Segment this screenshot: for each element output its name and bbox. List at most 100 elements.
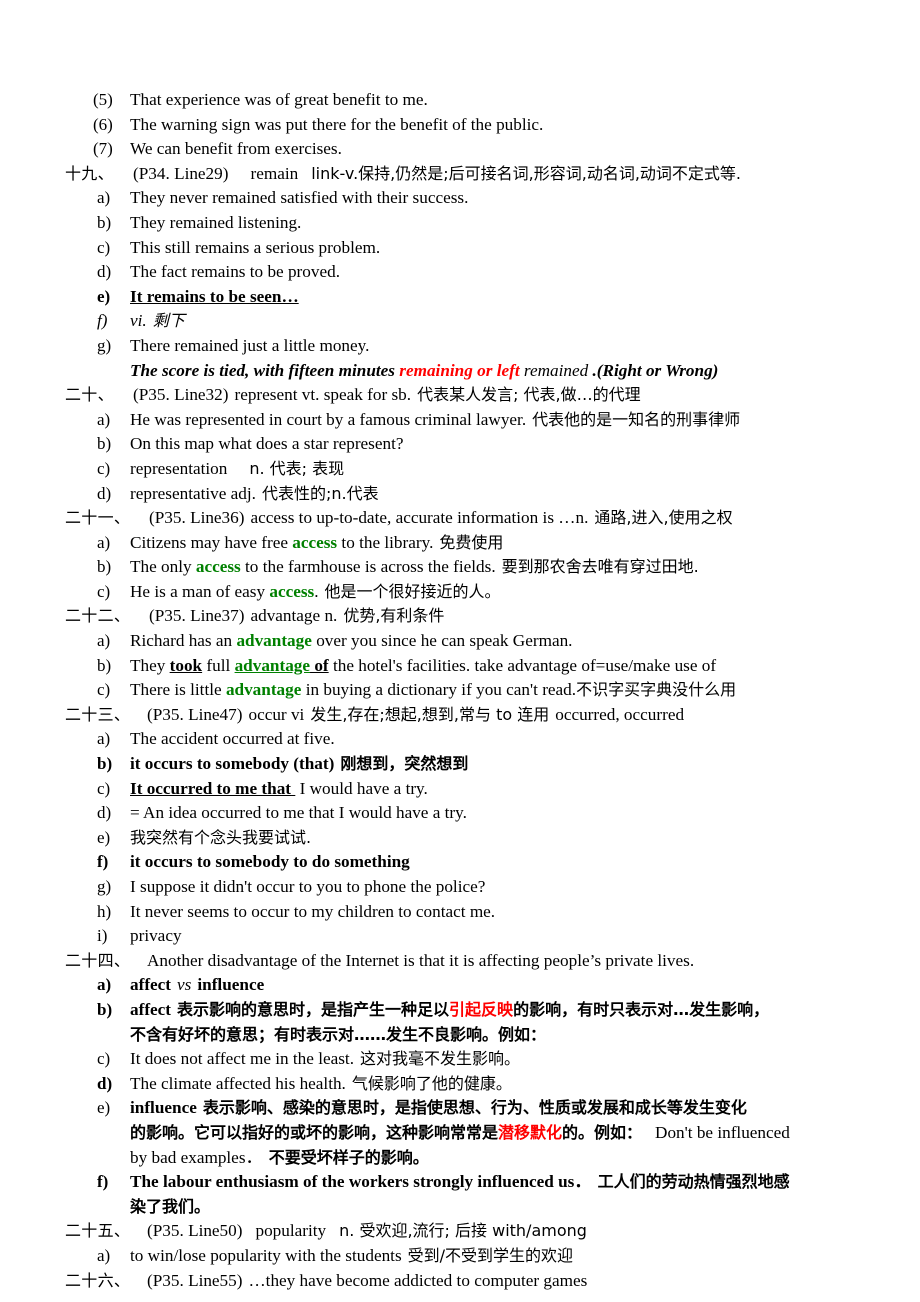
item-marker: a) [97,729,111,749]
list-item: (5) That experience was of great benefit… [0,88,920,113]
keyword-of: of [310,655,329,675]
item-marker: a) [97,532,111,552]
entry-heading-text: (P35. Line47) occur vi 发生,存在;想起,想到,常与 to 连… [133,703,684,728]
item-marker: h) [97,901,112,921]
item-text: Citizens may have free access to the lib… [130,531,503,556]
item-text: by bad examples． 不要受坏样子的影响。 [130,1146,429,1171]
item-marker: b) [97,212,112,232]
list-item: d) The climate affected his health. 气候影响了… [0,1072,920,1097]
entry-ref: (P35. Line50) [147,1221,243,1241]
item-text-cn: 染了我们。 [130,1196,211,1216]
item-text: He was represented in court by a famous … [130,408,740,433]
entry-heading-text: Another disadvantage of the Internet is … [147,950,695,970]
item-text-cn: 剩下 [152,311,185,331]
item-marker: b) [97,999,113,1019]
keyword-took: took [169,655,203,675]
item-text: vi. 剩下 [130,309,185,334]
item-marker: f) [97,1172,109,1192]
item-marker: e) [97,286,111,306]
item-text: it occurs to somebody to do something [130,852,410,872]
item-marker: a) [97,631,111,651]
list-item: h) It never seems to occur to my childre… [0,900,920,925]
entry-heading-20: 二十、 (P35. Line32) represent vt. speak for… [0,383,920,408]
item-marker: e) [97,827,111,847]
entry-gloss: 代表某人发言; 代表,做…的代理 [417,385,641,405]
item-text-cn: 气候影响了他的健康。 [351,1073,512,1093]
keyword-affect: affect [130,999,172,1019]
item-text: representative adj. 代表性的;n.代表 [130,482,379,507]
entry-heading-text: (P35. Line55) …they have become addicted … [133,1269,587,1294]
entry-word: occur vi [248,704,305,724]
item-text: 的影响。它可以指好的或坏的影响，这种影响常常是潜移默化的。例如： Don't be… [130,1121,790,1146]
list-item: d) The fact remains to be proved. [0,260,920,285]
entry-heading-19: 十九、 (P34. Line29) remain link-v.保持,仍然是;后可接… [0,162,920,187]
item-marker: g) [97,335,112,355]
item-text-pre: They [130,655,170,675]
item-text: There is little advantage in buying a di… [130,678,736,703]
entry-number: 二十二、 [65,606,131,626]
entry-gloss: 发生,存在;想起,想到,常与 to 连用 [310,704,550,724]
item-text: They remained listening. [130,212,302,232]
item-text-en: representation [130,458,228,478]
list-item: a) affect vs influence [0,973,920,998]
list-item: e) 我突然有个念头我要试试. [0,826,920,851]
entry-heading-text: (P35. Line36) access to up-to-date, accur… [133,506,733,531]
item-marker: a) [97,975,112,995]
item-text-pre: The only [130,557,196,577]
item-marker: (6) [93,114,113,134]
item-marker: d) [97,262,112,282]
item-marker: f) [97,311,108,331]
entry-number: 二十、 [65,385,114,405]
list-item-continuation: by bad examples． 不要受坏样子的影响。 [0,1146,920,1171]
keyword-advantage: advantage [234,655,311,675]
item-text-post: to the library. [337,532,434,552]
item-marker: g) [97,877,112,896]
list-item: g) I suppose it didn't occur to you to p… [0,875,920,900]
item-text-pre: Richard has an [130,631,237,651]
item-text-en: He was represented in court by a famous … [130,409,527,429]
item-text-en: The labour enthusiasm of the workers str… [130,1172,592,1192]
entry-ref: (P35. Line37) [149,606,245,626]
entry-number: 二十一、 [65,508,131,528]
entry-number: 二十三、 [65,704,131,724]
item-text: It does not affect me in the least. 这对我毫不… [130,1047,520,1072]
item-marker: i) [97,926,108,946]
entry-number: 二十五、 [65,1221,131,1241]
item-text: On this map what does a star represent? [130,434,404,454]
item-text: We can benefit from exercises. [130,139,342,159]
entry-heading-21: 二十一、 (P35. Line36) access to up-to-date, … [0,506,920,531]
keyword-it-occurred-to-me-that: It occurred to me that [130,778,292,798]
item-text-cn: 的影响，有时只表示对…发生影响， [513,999,770,1019]
list-item: c) This still remains a serious problem. [0,236,920,261]
item-marker: (5) [93,90,113,109]
item-text-pre: He is a man of easy [130,581,270,601]
item-text: representation n. 代表; 表现 [130,457,344,482]
item-marker: b) [97,754,113,774]
item-text-post: in buying a dictionary if you can't read… [301,680,577,700]
item-text-post: . [314,581,319,601]
list-item: b) it occurs to somebody (that) 刚想到，突然想到 [0,752,920,777]
entry-ref: (P35. Line55) [147,1270,243,1290]
item-text: It occurred to me that I would have a tr… [130,777,428,802]
entry-tail: occurred, occurred [555,704,685,724]
item-marker: c) [97,680,111,700]
item-marker: c) [97,778,111,798]
list-item: b) The only access to the farmhouse is a… [0,555,920,580]
entry-gloss: 优势,有利条件 [343,606,445,626]
item-marker: (7) [93,139,113,159]
item-text: The only access to the farmhouse is acro… [130,555,699,580]
keyword-access: access [195,557,241,577]
list-item: i) privacy [0,924,920,949]
item-text-cn: 免费使用 [439,532,504,552]
item-text-cn: n. 代表; 表现 [249,458,345,478]
item-text-cn: 的影响。它可以指好的或坏的影响，这种影响常常是 [130,1122,499,1142]
entry-heading-text: (P35. Line32) represent vt. speak for sb.… [133,383,641,408]
keyword-advantage: advantage [236,631,312,651]
entry-ref: (P34. Line29) [133,163,229,183]
item-text: That experience was of great benefit to … [130,90,428,109]
item-text-cn: 表示影响、感染的意思时，是指使思想、行为、性质或发展和成长等发生变化 [202,1098,747,1118]
item-text-en: representative adj. [130,483,256,503]
item-text-cn: 代表他的是一知名的刑事律师 [532,409,741,429]
list-item: g) There remained just a little money. [0,334,920,359]
entry-word: popularity [255,1221,327,1241]
